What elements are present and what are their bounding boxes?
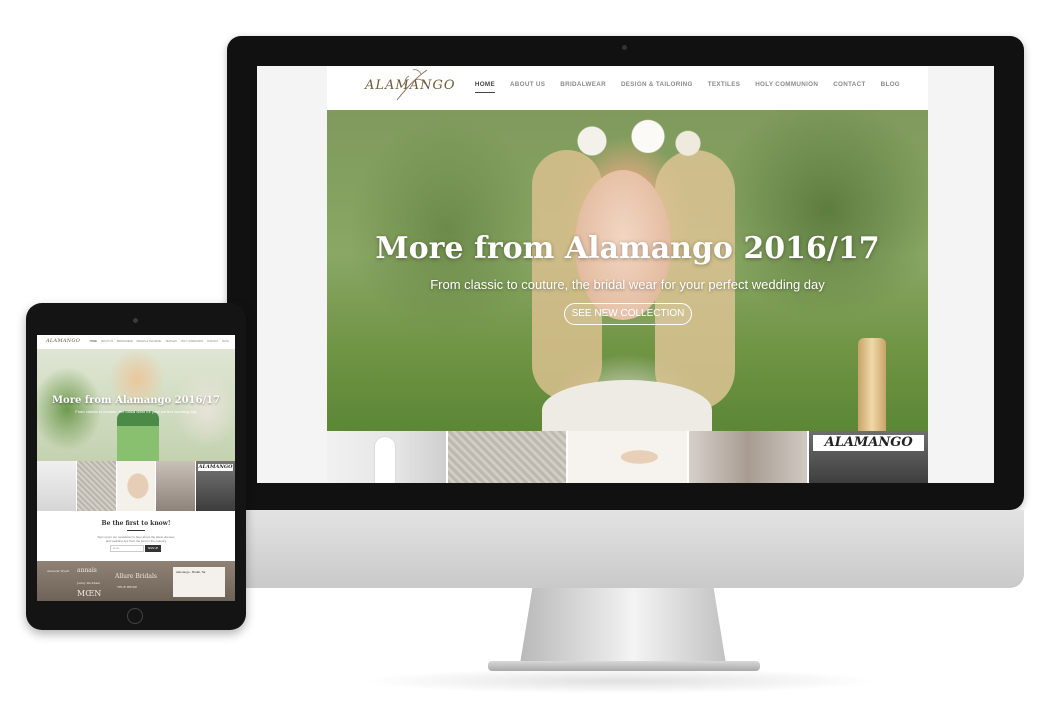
logo-sprig-icon [396,69,428,101]
tablet-nav-holy-communion[interactable]: HOLY COMMUNION [181,340,203,343]
hero-banner: More from Alamango 2016/17 From classic … [327,110,928,431]
monitor-stand-foot [488,661,760,671]
tablet-nav-home[interactable]: HOME [90,340,97,343]
brand-logo[interactable]: TRUE BRIDE [117,585,137,589]
thumbnail-bridal-dress[interactable] [327,431,446,483]
newsletter-section: Be the first to know! Sign up for our ne… [37,511,235,561]
hero-image-flower-crown [552,118,712,164]
nav-design-tailoring[interactable]: DESIGN & TAILORING [621,81,693,93]
storefront-sign: ALAMANGO [813,435,924,451]
brand-logo[interactable]: annais [77,567,97,574]
tablet-thumbnail-storefront[interactable]: ALAMANGO [196,461,235,511]
monitor-camera [622,45,627,50]
social-feed-widget[interactable]: Alamango - Bridal, Tai [173,567,225,597]
brand-logo[interactable]: Jenny Packham [77,581,100,585]
monitor-screen: ALAMANGO HOME ABOUT US BRIDALWEAR DESIGN… [257,66,994,483]
newsletter-signup-button[interactable]: SIGN UP [145,545,161,552]
tablet-nav: HOME ABOUT US BRIDALWEAR DESIGN & TAILOR… [90,340,229,343]
tablet-thumbnail-gown[interactable] [156,461,196,511]
tablet-hero-title: More from Alamango 2016/17 [51,395,221,406]
nav-home[interactable]: HOME [474,81,495,93]
brand-logo[interactable]: MŒN [77,589,101,598]
website-page: ALAMANGO HOME ABOUT US BRIDALWEAR DESIGN… [327,66,928,483]
newsletter-divider [127,530,145,531]
thumbnail-strip: ALAMANGO [327,431,928,483]
brand-logo[interactable]: Amanda Wyatt [47,569,69,573]
newsletter-text: and wedding tips from the best in the in… [105,539,167,543]
hero-image-dress [542,380,712,431]
tablet-nav-bridalwear[interactable]: BRIDALWEAR [117,340,133,343]
tablet-camera [133,318,138,323]
tablet-nav-contact[interactable]: CONTACT [207,340,218,343]
tablet-nav-textiles[interactable]: TEXTILES [165,340,176,343]
newsletter-email-input[interactable]: Email [110,545,144,552]
tablet-storefront-sign: ALAMANGO [198,464,233,471]
thumbnail-model [375,437,395,483]
tablet-thumbnail-lace[interactable] [76,461,116,511]
tablet-nav-blog[interactable]: BLOG [222,340,229,343]
nav-bridalwear[interactable]: BRIDALWEAR [560,81,606,93]
brand-logo-strip: Amanda Wyatt annais Allure Bridals Jenny… [37,561,235,601]
tablet-site-header: ALAMANGO HOME ABOUT US BRIDALWEAR DESIGN… [37,335,235,349]
tablet-thumbnail-dress[interactable] [37,461,76,511]
brand-logo[interactable]: Allure Bridals [115,573,157,580]
nav-blog[interactable]: BLOG [881,81,900,93]
tablet-thumbnail-strip: ALAMANGO [37,461,235,511]
nav-holy-communion[interactable]: HOLY COMMUNION [755,81,818,93]
newsletter-title: Be the first to know! [101,520,171,527]
thumbnail-storefront[interactable]: ALAMANGO [809,431,928,483]
tablet-hero-banner: More from Alamango 2016/17 From classic … [37,349,235,461]
hero-title: More from Alamango 2016/17 [375,231,880,266]
nav-textiles[interactable]: TEXTILES [708,81,741,93]
monitor-stand-neck [520,588,726,664]
tablet-device: ALAMANGO HOME ABOUT US BRIDALWEAR DESIGN… [26,303,246,630]
tablet-thumbnail-headpiece[interactable] [116,461,156,511]
thumbnail-lace-textile[interactable] [447,431,567,483]
tablet-hero-image-model [117,411,159,461]
floor-shadow [360,668,880,694]
main-nav: HOME ABOUT US BRIDALWEAR DESIGN & TAILOR… [474,81,900,93]
tablet-nav-about-us[interactable]: ABOUT US [101,340,113,343]
tablet-site-logo[interactable]: ALAMANGO [46,338,80,344]
hero-image-bed-post [858,338,886,431]
see-new-collection-button[interactable]: SEE NEW COLLECTION [564,303,692,325]
monitor-chin [227,510,1024,588]
thumbnail-gown[interactable] [688,431,808,483]
tablet-nav-design-tailoring[interactable]: DESIGN & TAILORING [137,340,162,343]
tablet-home-button[interactable] [127,608,143,624]
site-header: ALAMANGO HOME ABOUT US BRIDALWEAR DESIGN… [327,66,928,110]
nav-contact[interactable]: CONTACT [833,81,865,93]
thumbnail-headpiece[interactable] [568,431,687,483]
tablet-hero-subtitle: From classic to couture, the bridal wear… [75,409,197,414]
social-feed-title: Alamango - Bridal, Tai [176,570,206,574]
tablet-screen: ALAMANGO HOME ABOUT US BRIDALWEAR DESIGN… [37,335,235,601]
hero-subtitle: From classic to couture, the bridal wear… [430,277,825,292]
nav-about-us[interactable]: ABOUT US [510,81,545,93]
